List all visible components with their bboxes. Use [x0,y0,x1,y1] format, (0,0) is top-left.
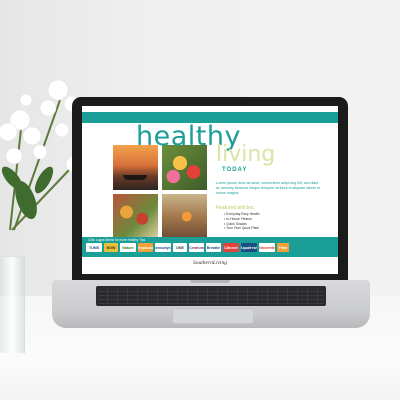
sponsor-logo[interactable]: Aquafresh [241,243,257,252]
keys [98,288,324,304]
sponsor-band: Click Logos Below for more Healthy Tips … [82,237,338,257]
trackpad [172,308,254,324]
laptop-screen: healthy living TODAY Lorem ipsum dolor s… [82,106,338,274]
sponsor-logo-row: TUMSNOWNatureTropicanaSensodyneONECentru… [86,243,289,252]
sponsor-logo[interactable]: Nicorette [259,243,275,252]
sponsor-logo[interactable]: Breathe [206,243,221,252]
fireplace-photo[interactable] [162,194,207,239]
keyboard [96,286,326,306]
logos-label: Click Logos Below for more Healthy Tips [88,238,146,242]
featured-articles-list: Everyday Easy Health In-House Fitness Qu… [224,212,260,231]
glass-jar [0,256,25,353]
title-today: TODAY [222,167,248,173]
sponsor-logo[interactable]: Centrum [189,243,204,252]
sponsor-logo[interactable]: TUMS [86,243,102,252]
sponsor-logo[interactable]: ONE [173,243,187,252]
sponsor-logo[interactable]: NOW [104,243,118,252]
healthy-living-page: healthy living TODAY Lorem ipsum dolor s… [88,123,332,239]
lid-notch [190,280,230,283]
title-living: living [216,142,276,167]
sponsor-logo[interactable]: Sensodyne [155,243,171,252]
sponsor-logo[interactable]: Citrucel [223,243,239,252]
boat-icon [123,175,147,180]
featured-heading: Featured articles: [216,205,255,211]
intro-text: Lorem ipsum dolor sit amet, consectetur … [216,181,321,195]
picnic-photo[interactable] [113,194,158,239]
sponsor-logo[interactable]: Nature [120,243,136,252]
sponsor-logo[interactable]: Tropicana [138,243,153,252]
photo-grid [113,145,209,241]
footer: SouthernLiving [82,257,338,274]
southern-living-logo[interactable]: SouthernLiving [82,260,338,266]
sponsor-logo[interactable]: Fiber [277,243,289,252]
article-link[interactable]: Your Own Quick Plate [224,226,260,231]
